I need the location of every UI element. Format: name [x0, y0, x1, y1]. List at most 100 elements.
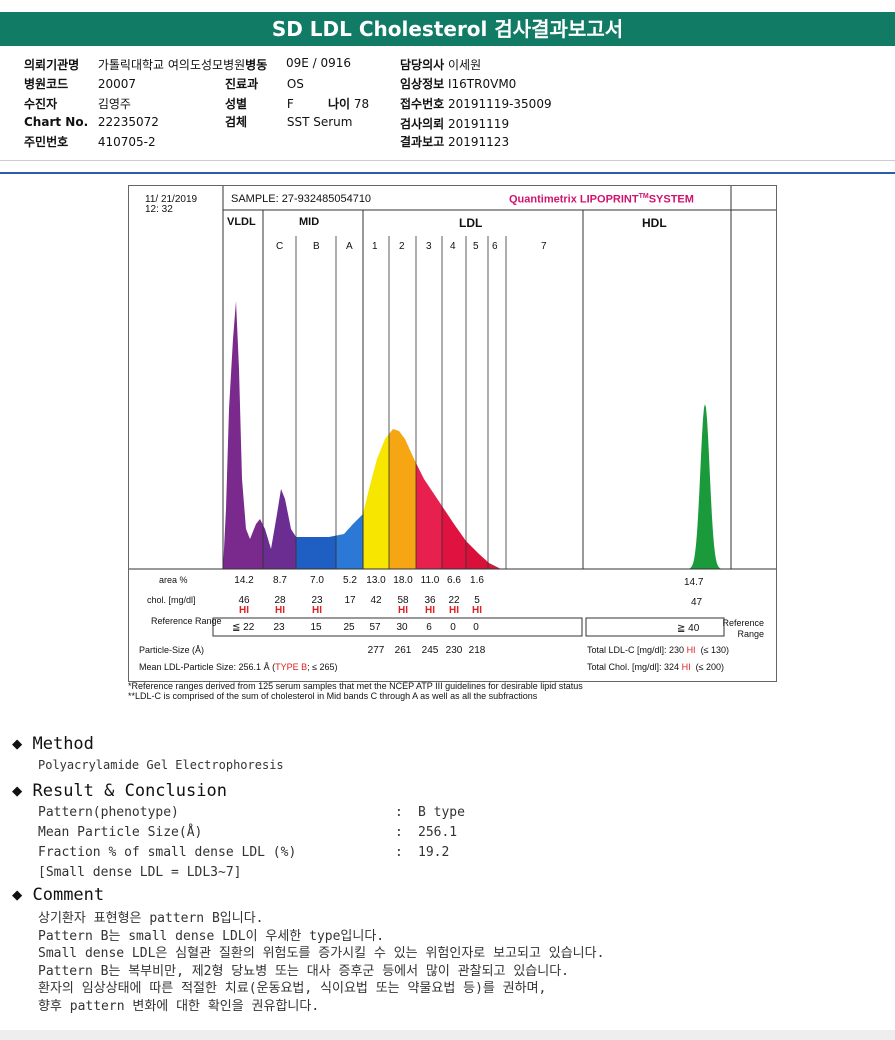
band-fill-6 — [488, 562, 501, 569]
comment-line: Pattern B는 복부비만, 제2형 당뇨병 또는 대사 증후군 등에서 많… — [38, 963, 569, 979]
particle-size-label: Particle-Size (Å) — [139, 645, 205, 655]
band-fill-hdl — [684, 404, 721, 569]
ref-value: 6 — [426, 622, 432, 633]
label: 담당의사 — [400, 58, 445, 72]
comment-line: Small dense LDL은 심혈관 질환의 위험도를 증가시킬 수 있는 … — [38, 946, 605, 961]
comment-line: 향후 pattern 변화에 대한 확인을 권유합니다. — [38, 998, 320, 1014]
divider — [0, 172, 895, 174]
separator: : — [395, 825, 403, 840]
label: 검체 — [225, 115, 248, 129]
chol-label: chol. [mg/dl] — [147, 595, 196, 605]
label: 임상정보 — [400, 77, 445, 91]
label: 의뢰기관명 — [24, 58, 80, 72]
band-fill-C — [263, 489, 296, 569]
separator: : — [395, 805, 403, 820]
hi-flag: HI — [449, 605, 459, 616]
area-value: 8.7 — [273, 575, 287, 586]
result-label: Mean Particle Size(Å) — [38, 825, 203, 840]
area-value: 1.6 — [470, 575, 484, 586]
band-label: 3 — [426, 241, 432, 252]
label: 병원코드 — [24, 77, 69, 91]
label: 나이 — [328, 97, 351, 111]
mean-size: Mean LDL-Particle Size: 256.1 Å (TYPE B;… — [139, 662, 338, 672]
value: 가톨릭대학교 여의도성모병원 — [97, 58, 246, 72]
group-ldl: LDL — [459, 216, 483, 230]
particle-size: 261 — [394, 645, 412, 656]
band-label: 6 — [492, 241, 498, 252]
hdl-area: 14.7 — [684, 577, 704, 588]
hi-flag: HI — [239, 605, 249, 616]
hdl-chol: 47 — [691, 597, 703, 608]
area-value: 13.0 — [366, 575, 386, 586]
page-title: SD LDL Cholesterol 검사결과보고서 — [0, 12, 895, 46]
divider — [0, 160, 895, 161]
value: 20007 — [97, 77, 137, 91]
footer-bar — [0, 1030, 895, 1040]
area-label: area % — [159, 575, 188, 585]
area-value: 11.0 — [420, 575, 440, 586]
area-value: 14.2 — [234, 575, 254, 586]
value: OS — [286, 77, 304, 91]
ref-value: 25 — [343, 622, 355, 633]
band-label: 2 — [399, 241, 405, 252]
method-heading: ◆ Method — [12, 734, 94, 754]
footnote-2: **LDL-C is comprised of the sum of chole… — [128, 691, 538, 701]
particle-size: 245 — [421, 645, 439, 656]
band-fill-vldl — [223, 301, 263, 569]
band-fill-B — [296, 535, 336, 569]
ref-label-right: Reference Range — [722, 618, 764, 639]
band-fill-A — [336, 514, 363, 569]
band-fill-2 — [389, 429, 416, 569]
label: 수진자 — [24, 97, 58, 111]
group-vldl: VLDL — [227, 216, 256, 228]
value: 20191123 — [448, 135, 510, 149]
label: 성별 — [225, 97, 248, 111]
group-mid: MID — [299, 216, 320, 228]
value: F — [286, 97, 294, 111]
value: 22235072 — [97, 115, 159, 129]
ref-value: ≦ 22 — [232, 622, 255, 633]
value: 이세원 — [448, 58, 482, 72]
brand-logo: Quantimetrix LIPOPRINTTMSYSTEM — [509, 193, 694, 206]
comment-heading: ◆ Comment — [12, 885, 105, 905]
band-label: 5 — [473, 241, 479, 252]
band-label: C — [276, 241, 284, 252]
band-fill-1 — [363, 434, 389, 569]
value: 김영주 — [97, 97, 131, 111]
band-label: B — [313, 241, 320, 252]
label: 주민번호 — [24, 135, 69, 149]
label: 검사의뢰 — [400, 117, 445, 131]
ref-value: 23 — [273, 622, 285, 633]
result-value: 256.1 — [418, 825, 458, 840]
ref-value: 57 — [369, 622, 381, 633]
value: SST Serum — [286, 115, 353, 129]
ref-label: Reference Range — [151, 616, 222, 626]
value: 20191119-35009 — [448, 97, 552, 111]
value: 09E / 0916 — [286, 56, 352, 70]
sdldl-note: [Small dense LDL = LDL3~7] — [38, 865, 242, 880]
chol-value: 42 — [370, 595, 382, 606]
hi-flag: HI — [398, 605, 408, 616]
separator: : — [395, 845, 403, 860]
band-label: 7 — [541, 241, 547, 252]
result-label: Fraction % of small dense LDL (%) — [38, 845, 297, 860]
chol-value: 17 — [344, 595, 356, 606]
hi-flag: HI — [425, 605, 435, 616]
total-ldlc: Total LDL-C [mg/dl]: 230 HI (≤ 130) — [587, 645, 730, 655]
ref-value: 15 — [310, 622, 322, 633]
hi-flag: HI — [312, 605, 322, 616]
band-label: 1 — [372, 241, 378, 252]
area-value: 18.0 — [393, 575, 413, 586]
band-label: 4 — [450, 241, 456, 252]
band-fill-3 — [416, 463, 442, 569]
area-value: 6.6 — [447, 575, 461, 586]
result-value: B type — [418, 805, 465, 820]
value: 78 — [353, 97, 370, 111]
hdl-ref-box — [585, 617, 725, 637]
sample-id: SAMPLE: 27-932485054710 — [231, 193, 372, 205]
comment-line: 환자의 임상상태에 따른 적절한 치료(운동요법, 식이요법 또는 약물요법 등… — [38, 981, 547, 996]
particle-size: 277 — [367, 645, 385, 656]
particle-size: 230 — [445, 645, 463, 656]
particle-size: 218 — [468, 645, 486, 656]
ref-value: 30 — [396, 622, 408, 633]
